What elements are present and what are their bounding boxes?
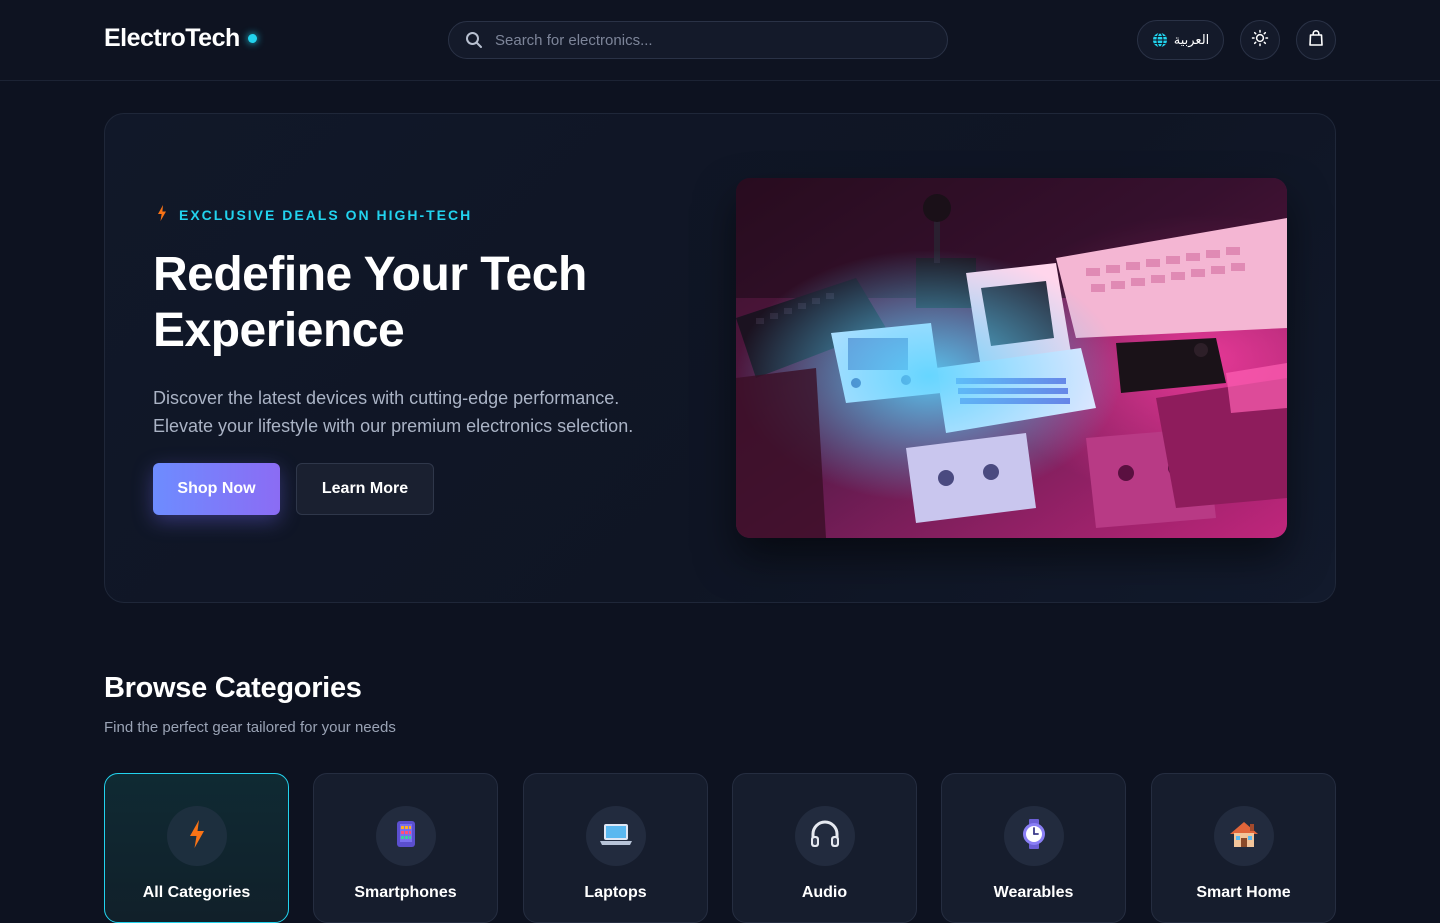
hero-title-line2: Experience [153, 304, 405, 357]
hero-banner: EXCLUSIVE DEALS ON HIGH-TECH Redefine Yo… [104, 113, 1336, 603]
category-label: Smart Home [1196, 884, 1291, 901]
category-label: Smartphones [354, 884, 457, 901]
smartphone-icon [396, 820, 416, 853]
search-input[interactable] [495, 31, 915, 49]
lightning-icon [188, 819, 206, 853]
category-label: Audio [801, 884, 848, 901]
category-card-smartphones[interactable]: Smartphones [313, 773, 498, 923]
top-navigation-bar: ElectroTech العربية [0, 0, 1440, 81]
lightning-icon [157, 205, 167, 224]
shopping-bag-icon [1307, 29, 1325, 52]
hero-title: Redefine Your Tech Experience [153, 247, 713, 359]
learn-more-button[interactable]: Learn More [296, 463, 434, 515]
hero-description-line2: Elevate your lifestyle with our premium … [153, 416, 634, 436]
language-switch-button[interactable]: العربية [1137, 20, 1224, 60]
shop-now-button[interactable]: Shop Now [153, 463, 280, 515]
category-icon-wrap [586, 806, 646, 866]
category-icon-wrap [1004, 806, 1064, 866]
search-bar [448, 21, 948, 59]
house-icon [1229, 820, 1259, 853]
cart-button[interactable] [1296, 20, 1336, 60]
category-card-laptops[interactable]: Laptops [523, 773, 708, 923]
category-card-audio[interactable]: Audio [732, 773, 917, 923]
logo-dot-icon [247, 34, 257, 43]
hero-description-line1: Discover the latest devices with cutting… [153, 388, 620, 408]
search-icon [465, 31, 483, 49]
categories-title: Browse Categories [104, 672, 362, 704]
category-label: Laptops [584, 884, 647, 901]
categories-subtitle: Find the perfect gear tailored for your … [104, 719, 396, 736]
category-card-smart-home[interactable]: Smart Home [1151, 773, 1336, 923]
category-icon-wrap [376, 806, 436, 866]
category-label: Wearables [993, 884, 1074, 901]
hero-eyebrow: EXCLUSIVE DEALS ON HIGH-TECH [157, 205, 472, 224]
hero-description: Discover the latest devices with cutting… [153, 384, 693, 440]
logo[interactable]: ElectroTech [104, 24, 257, 53]
headphones-icon [810, 820, 840, 853]
category-card-all[interactable]: All Categories [104, 773, 289, 923]
sun-icon [1251, 29, 1269, 52]
logo-text: ElectroTech [104, 24, 240, 52]
category-icon-wrap [167, 806, 227, 866]
category-card-wearables[interactable]: Wearables [941, 773, 1126, 923]
language-label: العربية [1173, 32, 1210, 48]
theme-toggle-button[interactable] [1240, 20, 1280, 60]
watch-icon [1021, 818, 1047, 854]
hero-eyebrow-text: EXCLUSIVE DEALS ON HIGH-TECH [179, 206, 473, 223]
laptop-icon [600, 822, 632, 851]
category-icon-wrap [795, 806, 855, 866]
hero-image [736, 178, 1287, 538]
category-icon-wrap [1214, 806, 1274, 866]
globe-icon [1152, 32, 1168, 48]
hero-title-line1: Redefine Your Tech [153, 248, 587, 301]
category-label: All Categories [142, 884, 251, 901]
